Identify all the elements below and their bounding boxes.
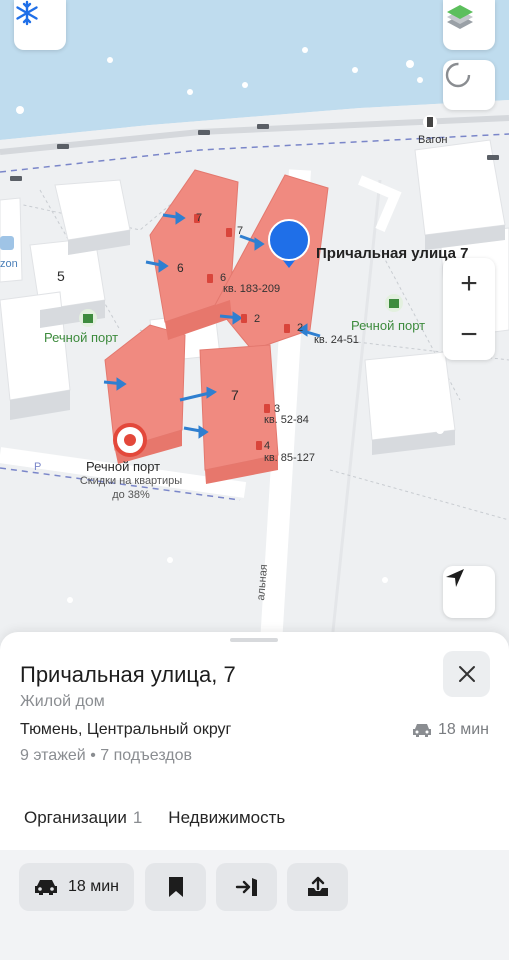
share-icon bbox=[307, 876, 328, 896]
zoom-out-button[interactable]: − bbox=[443, 309, 495, 360]
entrance-label-7b: 7 bbox=[237, 225, 244, 237]
snowflake-icon bbox=[16, 0, 38, 26]
tab-label: Организации bbox=[24, 808, 127, 827]
apartment-range-label: кв. 52-84 bbox=[264, 414, 309, 426]
place-title: Причальная улица, 7 bbox=[20, 662, 236, 687]
action-bar: 18 мин bbox=[0, 850, 509, 960]
building-info: 9 этажей • 7 подъездов bbox=[20, 747, 193, 764]
ad-text[interactable]: Скидки на квартиры bbox=[71, 475, 191, 487]
navigation-arrow-icon bbox=[446, 569, 464, 587]
layers-icon bbox=[447, 5, 473, 29]
enter-icon bbox=[235, 878, 257, 896]
tab-label: Недвижимость bbox=[168, 808, 286, 827]
drive-time: 18 мин bbox=[412, 721, 489, 739]
bookmark-icon bbox=[168, 877, 183, 897]
route-button[interactable]: 18 мин bbox=[19, 863, 134, 911]
house-number-5: 5 bbox=[57, 268, 65, 284]
ad-title[interactable]: Речной порт bbox=[86, 459, 160, 474]
loading-button[interactable] bbox=[443, 60, 495, 110]
share-button[interactable] bbox=[287, 863, 348, 911]
place-type: Жилой дом bbox=[20, 693, 105, 710]
house-number-6: 6 bbox=[177, 261, 184, 275]
apartment-range-label: кв. 24-51 bbox=[314, 334, 359, 346]
car-icon bbox=[34, 880, 57, 895]
snowflake-button[interactable] bbox=[14, 0, 66, 50]
spinner-icon bbox=[445, 62, 471, 88]
place-address: Тюмень, Центральный округ bbox=[20, 721, 232, 738]
layers-button[interactable] bbox=[443, 0, 495, 50]
entrance-label-7: 7 bbox=[196, 212, 203, 224]
place-card: Причальная улица, 7 Жилой дом Тюмень, Це… bbox=[0, 632, 509, 960]
entrance-label-4: 4 bbox=[264, 440, 271, 452]
car-icon bbox=[412, 724, 431, 737]
map-view[interactable]: Причальная улица 7 5 6 7 7 7 6 2 2 3 4 к… bbox=[0, 0, 509, 660]
shop-label: zon bbox=[0, 258, 18, 270]
zoom-controls: + − bbox=[443, 258, 495, 360]
card-tabs: Организации 1 Недвижимость bbox=[24, 808, 285, 828]
house-number-7: 7 bbox=[231, 387, 239, 403]
drag-handle[interactable] bbox=[230, 638, 278, 642]
poi-label[interactable]: Речной порт bbox=[351, 318, 425, 333]
close-button[interactable] bbox=[443, 651, 490, 697]
poi-label[interactable]: Речной порт bbox=[44, 330, 118, 345]
tab-organizations[interactable]: Организации 1 bbox=[24, 808, 142, 828]
route-time-label: 18 мин bbox=[67, 878, 119, 895]
apartment-range-label: кв. 85-127 bbox=[264, 452, 316, 464]
apartment-range-label: кв. 183-209 bbox=[223, 283, 281, 295]
close-icon bbox=[458, 666, 475, 682]
drive-time-label: 18 мин bbox=[437, 721, 489, 738]
entrance-label-2b: 2 bbox=[297, 322, 304, 334]
parking-label: P bbox=[34, 461, 42, 473]
zoom-in-button[interactable]: + bbox=[443, 258, 495, 309]
entrance-button[interactable] bbox=[216, 863, 277, 911]
tab-count: 1 bbox=[132, 808, 143, 827]
bookmark-button[interactable] bbox=[145, 863, 206, 911]
vagon-label: Вагон bbox=[418, 134, 448, 146]
tab-real-estate[interactable]: Недвижимость bbox=[168, 808, 285, 828]
ad-text[interactable]: до 38% bbox=[71, 489, 191, 501]
locate-me-button[interactable] bbox=[443, 566, 495, 618]
entrance-label-2a: 2 bbox=[254, 313, 261, 325]
